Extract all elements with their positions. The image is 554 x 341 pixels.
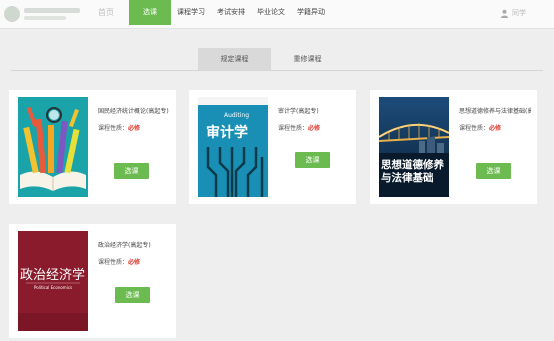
course-card: Auditing 审计学 审计学(高起专) 课程性质：必修 选课 bbox=[189, 90, 356, 204]
course-type-value: 必修 bbox=[128, 125, 141, 132]
tab-required-courses[interactable]: 规定课程 bbox=[198, 48, 271, 70]
stationery-illustration bbox=[18, 97, 88, 197]
cover-title: 思想道德修养与法律基础 bbox=[381, 159, 444, 184]
course-type-value: 必修 bbox=[489, 125, 502, 132]
course-title[interactable]: 思想道德修养与法律基础(高起专) bbox=[459, 107, 531, 117]
course-info: 审计学(高起专) 课程性质：必修 bbox=[278, 107, 350, 132]
cover-title: 审计学 bbox=[206, 125, 248, 141]
user-name: 同学 bbox=[512, 9, 526, 17]
tab-divider bbox=[11, 70, 543, 71]
user-icon bbox=[500, 9, 509, 18]
logo-text-placeholder bbox=[24, 8, 80, 13]
course-title[interactable]: 政治经济学(高起专) bbox=[98, 241, 170, 251]
course-card: 政治经济学 Political Economics 政治经济学(高起专) 课程性… bbox=[9, 224, 176, 338]
course-card: 国民经济统计概论(高起专) 课程性质：必修 选课 bbox=[9, 90, 176, 204]
tab-retake-courses[interactable]: 重修课程 bbox=[271, 48, 344, 70]
cover-subtitle: Political Economics bbox=[34, 285, 73, 290]
nav-item-thesis[interactable]: 毕业论文 bbox=[251, 0, 291, 25]
nav-item-course-study[interactable]: 课程学习 bbox=[171, 0, 211, 25]
nav-item-exam-schedule[interactable]: 考试安排 bbox=[211, 0, 251, 25]
main-nav: 选课 课程学习 考试安排 毕业论文 学籍异动 bbox=[129, 0, 331, 29]
course-type-value: 必修 bbox=[128, 259, 141, 266]
site-logo[interactable] bbox=[4, 5, 92, 23]
course-type: 课程性质：必修 bbox=[278, 123, 350, 132]
course-info: 思想道德修养与法律基础(高起专) 课程性质：必修 bbox=[459, 107, 531, 132]
course-type: 课程性质：必修 bbox=[459, 123, 531, 132]
course-type-label: 课程性质： bbox=[98, 125, 129, 132]
logo-subtext-placeholder bbox=[24, 16, 66, 20]
cover-subtitle: Auditing bbox=[224, 112, 250, 119]
nav-item-course-selection[interactable]: 选课 bbox=[129, 0, 171, 25]
course-card: 思想道德修养与法律基础 思想道德修养与法律基础(高起专) 课程性质：必修 选课 bbox=[370, 90, 537, 204]
course-type-label: 课程性质： bbox=[278, 125, 309, 132]
select-course-button[interactable]: 选课 bbox=[115, 287, 150, 303]
logo-mark bbox=[4, 6, 20, 22]
course-title[interactable]: 审计学(高起专) bbox=[278, 107, 350, 117]
course-type-value: 必修 bbox=[308, 125, 321, 132]
course-tabs: 规定课程 重修课程 bbox=[198, 48, 344, 70]
select-course-button[interactable]: 选课 bbox=[476, 163, 511, 179]
course-cover-image: 思想道德修养与法律基础 bbox=[379, 97, 449, 197]
course-title[interactable]: 国民经济统计概论(高起专) bbox=[98, 107, 170, 117]
top-header: 首页 选课 课程学习 考试安排 毕业论文 学籍异动 同学 bbox=[0, 0, 554, 29]
course-info: 政治经济学(高起专) 课程性质：必修 bbox=[98, 241, 170, 266]
nav-item-status-change[interactable]: 学籍异动 bbox=[291, 0, 331, 25]
course-type: 课程性质：必修 bbox=[98, 123, 170, 132]
select-course-button[interactable]: 选课 bbox=[114, 163, 149, 179]
course-type-label: 课程性质： bbox=[459, 125, 490, 132]
cover-title: 政治经济学 bbox=[20, 268, 86, 283]
course-cover-image: 政治经济学 Political Economics bbox=[18, 231, 88, 331]
course-cover-image bbox=[18, 97, 88, 197]
course-type-label: 课程性质： bbox=[98, 259, 129, 266]
course-info: 国民经济统计概论(高起专) 课程性质：必修 bbox=[98, 107, 170, 132]
course-cover-image: Auditing 审计学 bbox=[198, 97, 268, 197]
home-link[interactable]: 首页 bbox=[98, 7, 122, 21]
user-menu[interactable]: 同学 bbox=[500, 8, 526, 18]
select-course-button[interactable]: 选课 bbox=[295, 152, 330, 168]
course-type: 课程性质：必修 bbox=[98, 257, 170, 266]
